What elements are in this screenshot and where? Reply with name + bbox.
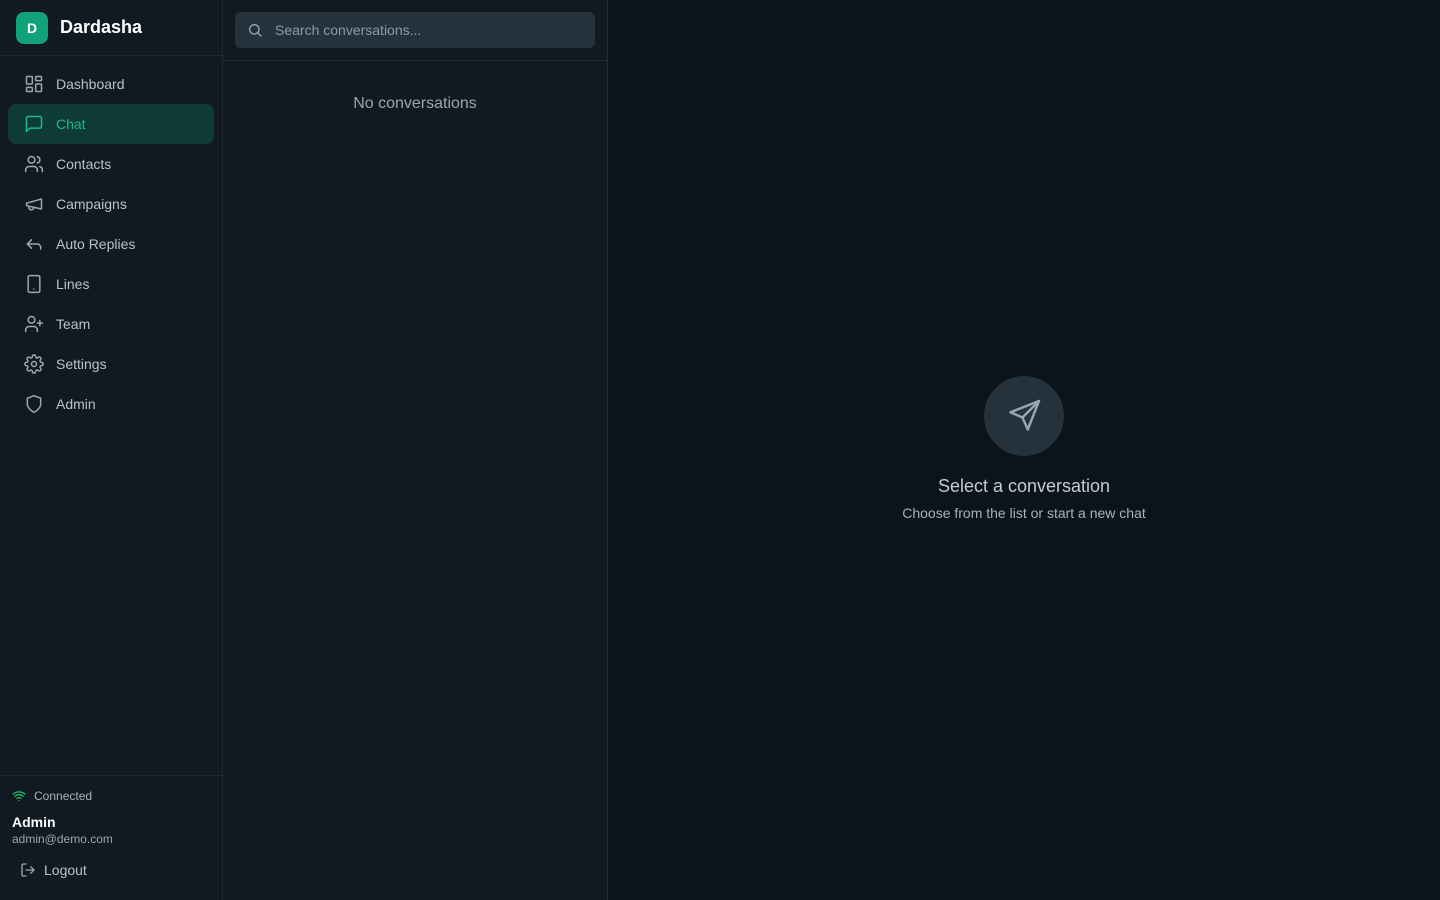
brand-header: D Dardasha	[0, 0, 222, 56]
nav-label: Admin	[56, 396, 96, 412]
search-box[interactable]	[235, 12, 595, 48]
shield-icon	[24, 394, 44, 414]
sidebar: D Dardasha Dashboard Chat Contacts Campa…	[0, 0, 223, 900]
nav-item-team[interactable]: Team	[8, 304, 214, 344]
search-input[interactable]	[275, 22, 595, 38]
nav-item-lines[interactable]: Lines	[8, 264, 214, 304]
contacts-icon	[24, 154, 44, 174]
wifi-icon	[12, 789, 26, 803]
logout-label: Logout	[44, 862, 87, 878]
send-icon-circle	[984, 376, 1064, 456]
nav-item-contacts[interactable]: Contacts	[8, 144, 214, 184]
brand-name: Dardasha	[60, 17, 143, 37]
chat-icon	[24, 114, 44, 134]
placeholder-title: Select a conversation	[937, 476, 1111, 496]
user-plus-icon	[24, 314, 44, 334]
send-icon	[1006, 398, 1042, 434]
empty-conversations-text: No conversations	[353, 95, 477, 112]
nav-item-dashboard[interactable]: Dashboard	[8, 64, 214, 104]
nav-label: Chat	[56, 116, 86, 132]
status-text: Connected	[34, 789, 93, 803]
megaphone-icon	[24, 194, 44, 214]
chat-main-area: Select a conversation Choose from the li…	[608, 0, 1440, 900]
nav-item-chat[interactable]: Chat	[8, 104, 214, 144]
search-icon	[247, 22, 263, 38]
user-name: Admin	[12, 814, 56, 830]
gear-icon	[24, 354, 44, 374]
nav-label: Dashboard	[56, 76, 125, 92]
logout-icon	[20, 862, 36, 878]
nav-label: Contacts	[56, 156, 112, 172]
placeholder-subtitle: Choose from the list or start a new chat	[902, 505, 1146, 521]
reply-icon	[24, 234, 44, 254]
sidebar-footer: Connected Admin admin@demo.com Logout	[0, 775, 222, 900]
empty-chat-placeholder: Select a conversation Choose from the li…	[608, 376, 1440, 521]
nav-item-admin[interactable]: Admin	[8, 384, 214, 424]
logout-button[interactable]: Logout	[12, 858, 210, 882]
nav-label: Auto Replies	[56, 236, 136, 252]
main-nav: Dashboard Chat Contacts Campaigns Auto R…	[0, 56, 222, 424]
nav-label: Settings	[56, 356, 107, 372]
brand-logo: D	[16, 11, 48, 44]
nav-label: Campaigns	[56, 196, 127, 212]
nav-label: Team	[56, 316, 91, 332]
phone-icon	[24, 274, 44, 294]
nav-label: Lines	[56, 276, 90, 292]
connection-status: Connected	[12, 788, 210, 804]
nav-item-campaigns[interactable]: Campaigns	[8, 184, 214, 224]
nav-item-auto-replies[interactable]: Auto Replies	[8, 224, 214, 264]
dashboard-icon	[24, 74, 44, 94]
conversation-list-panel: No conversations	[223, 0, 608, 900]
user-email: admin@demo.com	[12, 832, 113, 846]
search-bar	[223, 0, 607, 61]
nav-item-settings[interactable]: Settings	[8, 344, 214, 384]
